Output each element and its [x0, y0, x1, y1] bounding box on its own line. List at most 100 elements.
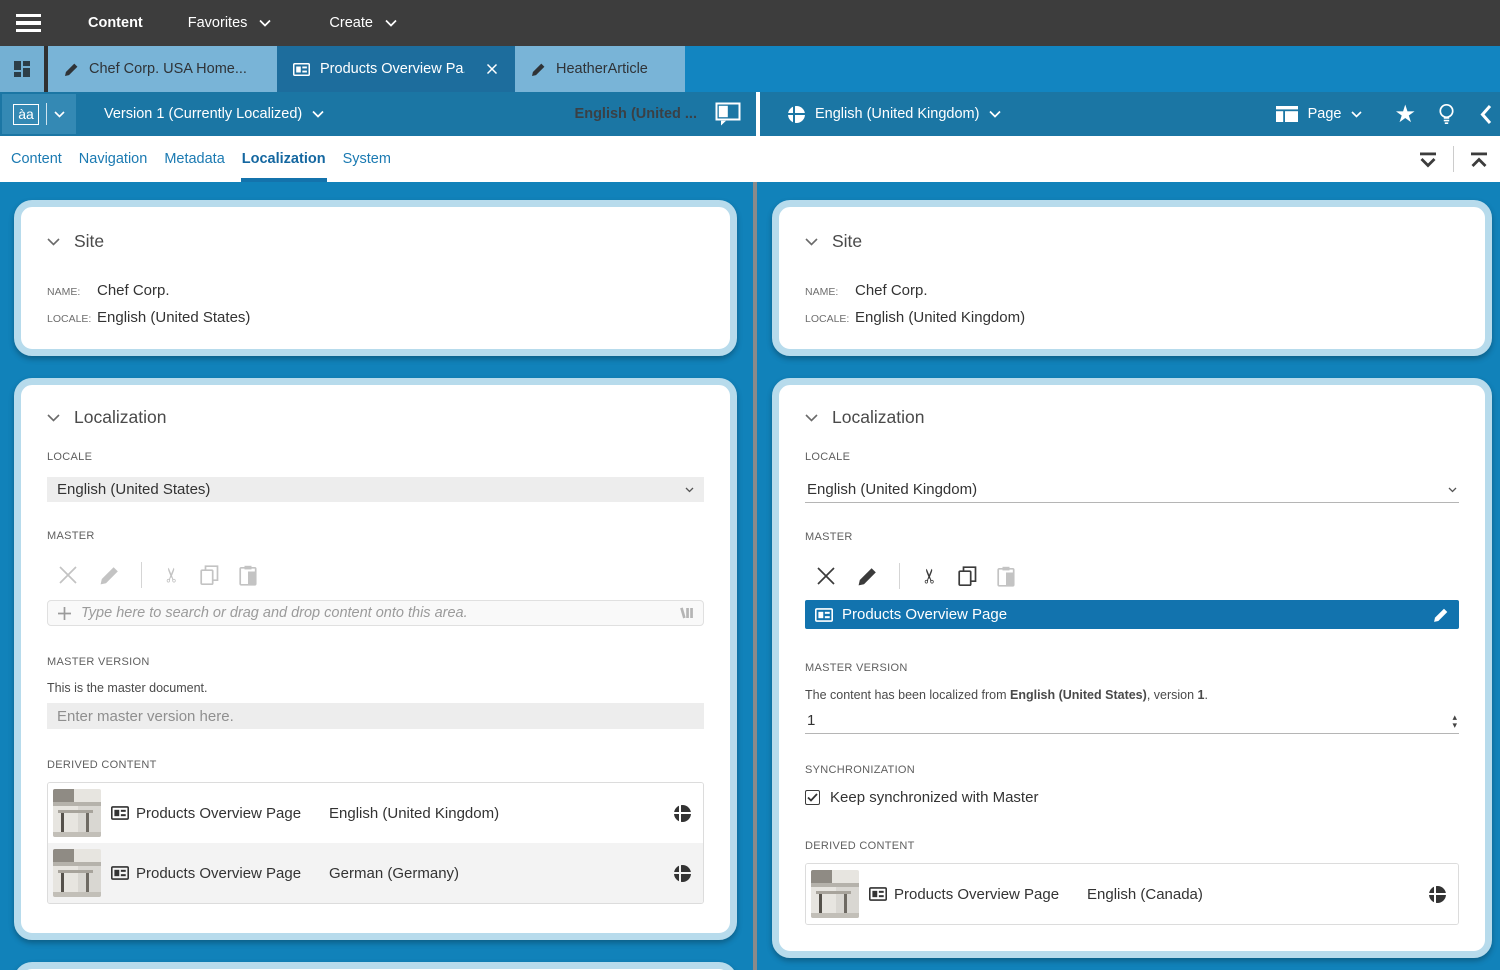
copy-icon[interactable]	[958, 566, 977, 587]
top-menu-bar: Content Favorites Create	[0, 0, 1500, 46]
locale-select[interactable]: English (United States)	[47, 477, 704, 502]
world-icon	[788, 106, 805, 123]
derived-content-label: DERIVED CONTENT	[805, 840, 1459, 852]
tab-products-overview-page[interactable]: Products Overview Pa...	[277, 46, 515, 92]
keep-synchronized-row: Keep synchronized with Master	[805, 789, 1459, 806]
spinner-down-icon[interactable]: ▾	[1452, 721, 1457, 729]
menu-favorites[interactable]: Favorites	[188, 15, 272, 31]
cut-icon[interactable]: ✂	[919, 568, 939, 585]
master-selected-title: Products Overview Page	[842, 606, 1007, 623]
separator	[1453, 146, 1454, 172]
master-selected-content[interactable]: Products Overview Page	[805, 600, 1459, 629]
menu-content-label: Content	[88, 15, 143, 31]
copy-icon[interactable]	[200, 565, 219, 586]
master-version-input[interactable]	[47, 703, 704, 729]
library-icon[interactable]	[678, 605, 694, 621]
bookmark-star-icon[interactable]: ★	[1394, 100, 1416, 129]
paste-icon[interactable]	[239, 565, 257, 586]
separator	[899, 563, 900, 589]
master-search-input[interactable]	[81, 605, 678, 621]
hamburger-menu-icon[interactable]	[0, 14, 56, 33]
tab-content[interactable]: Content	[10, 136, 63, 182]
close-icon[interactable]	[485, 62, 499, 76]
site-card-header[interactable]: Site	[47, 231, 704, 252]
site-locale-row: LOCALE: English (United States)	[47, 309, 704, 326]
tab-dashboard[interactable]	[0, 46, 44, 92]
derived-content-row[interactable]: Products Overview Page English (United K…	[48, 783, 703, 843]
site-name-label: NAME:	[805, 286, 855, 298]
page-icon	[293, 63, 310, 76]
pencil-icon[interactable]	[1433, 607, 1449, 623]
panel-split-divider[interactable]	[753, 182, 757, 970]
tab-chef-corp-usa-home[interactable]: Chef Corp. USA Home...	[48, 46, 277, 92]
tab-localization[interactable]: Localization	[241, 136, 327, 182]
world-status-icon	[674, 865, 691, 882]
site-name-row: NAME: Chef Corp.	[805, 282, 1459, 299]
derived-content-row[interactable]: Products Overview Page English (Canada)	[806, 864, 1458, 924]
localization-card-header[interactable]: Localization	[47, 407, 704, 428]
next-card-partial	[14, 962, 737, 970]
site-locale-label: LOCALE:	[47, 313, 97, 325]
content-thumbnail	[811, 870, 859, 918]
version-selector[interactable]: Version 1 (Currently Localized)	[104, 106, 324, 122]
remove-icon[interactable]	[57, 564, 79, 586]
locale-select[interactable]: English (United Kingdom)	[805, 477, 1459, 503]
site-name-value: Chef Corp.	[97, 282, 170, 299]
derived-title: Products Overview Page	[136, 865, 329, 882]
site-name-row: NAME: Chef Corp.	[47, 282, 704, 299]
localization-card-left: Localization LOCALE English (United Stat…	[14, 378, 737, 940]
master-version-number-field: ▴▾	[805, 708, 1459, 734]
menu-content[interactable]: Content	[88, 15, 143, 31]
lightbulb-icon[interactable]	[1438, 103, 1455, 126]
tab-heather-article[interactable]: HeatherArticle	[515, 46, 685, 92]
right-locale-selector[interactable]: English (United Kingdom)	[788, 106, 1001, 123]
tab-content-label: Content	[11, 151, 62, 167]
derived-locale: English (Canada)	[1087, 886, 1429, 903]
paste-icon[interactable]	[997, 566, 1015, 587]
translation-view-button[interactable]: àa	[2, 94, 76, 134]
site-card-header[interactable]: Site	[805, 231, 1459, 252]
derived-content-row[interactable]: Products Overview Page German (Germany)	[48, 843, 703, 903]
view-selector-page[interactable]: Page	[1276, 106, 1363, 122]
comparison-view-icon[interactable]	[715, 102, 741, 126]
site-card-right: Site NAME: Chef Corp. LOCALE: English (U…	[772, 200, 1492, 356]
derived-content-list: Products Overview Page English (Canada)	[805, 863, 1459, 925]
chevron-down-icon	[1351, 111, 1362, 118]
derived-title: Products Overview Page	[894, 886, 1087, 903]
localization-card-header[interactable]: Localization	[805, 407, 1459, 428]
keep-synchronized-checkbox[interactable]	[805, 790, 820, 805]
tab-system[interactable]: System	[342, 136, 392, 182]
cut-icon[interactable]: ✂	[161, 567, 181, 584]
version-label: Version 1 (Currently Localized)	[104, 106, 302, 122]
tab-metadata[interactable]: Metadata	[163, 136, 225, 182]
site-name-value: Chef Corp.	[855, 282, 928, 299]
keep-synchronized-label: Keep synchronized with Master	[830, 789, 1038, 806]
pencil-icon[interactable]	[99, 565, 120, 586]
tab-label: Products Overview Pa...	[320, 61, 465, 77]
localization-card-right: Localization LOCALE English (United King…	[772, 378, 1492, 958]
site-card-title: Site	[74, 231, 104, 252]
site-name-label: NAME:	[47, 286, 97, 298]
page-icon	[111, 806, 129, 820]
localization-card-title: Localization	[832, 407, 924, 428]
collapse-all-up-icon[interactable]	[1468, 150, 1490, 169]
localization-card-title: Localization	[74, 407, 166, 428]
hint-mid: , version	[1147, 688, 1198, 702]
hint-prefix: The content has been localized from	[805, 688, 1010, 702]
master-drop-area[interactable]	[47, 600, 704, 626]
pencil-icon[interactable]	[857, 566, 878, 587]
app-window: Content Favorites Create Chef Corp. USA …	[0, 0, 1500, 970]
number-spinner[interactable]: ▴▾	[1452, 713, 1457, 729]
left-locale-indicator: English (United ...	[575, 106, 697, 122]
menu-create[interactable]: Create	[329, 15, 397, 31]
remove-icon[interactable]	[815, 565, 837, 587]
master-version-label: MASTER VERSION	[805, 662, 1459, 674]
tab-navigation[interactable]: Navigation	[78, 136, 149, 182]
master-version-number-input[interactable]	[805, 712, 1452, 729]
site-locale-value: English (United States)	[97, 309, 250, 326]
collapse-panel-chevron-left-icon[interactable]	[1479, 104, 1492, 125]
right-locale-label: English (United Kingdom)	[815, 106, 979, 122]
derived-content-label: DERIVED CONTENT	[47, 759, 704, 771]
collapse-all-down-icon[interactable]	[1417, 150, 1439, 169]
translate-icon: àa	[13, 104, 39, 125]
